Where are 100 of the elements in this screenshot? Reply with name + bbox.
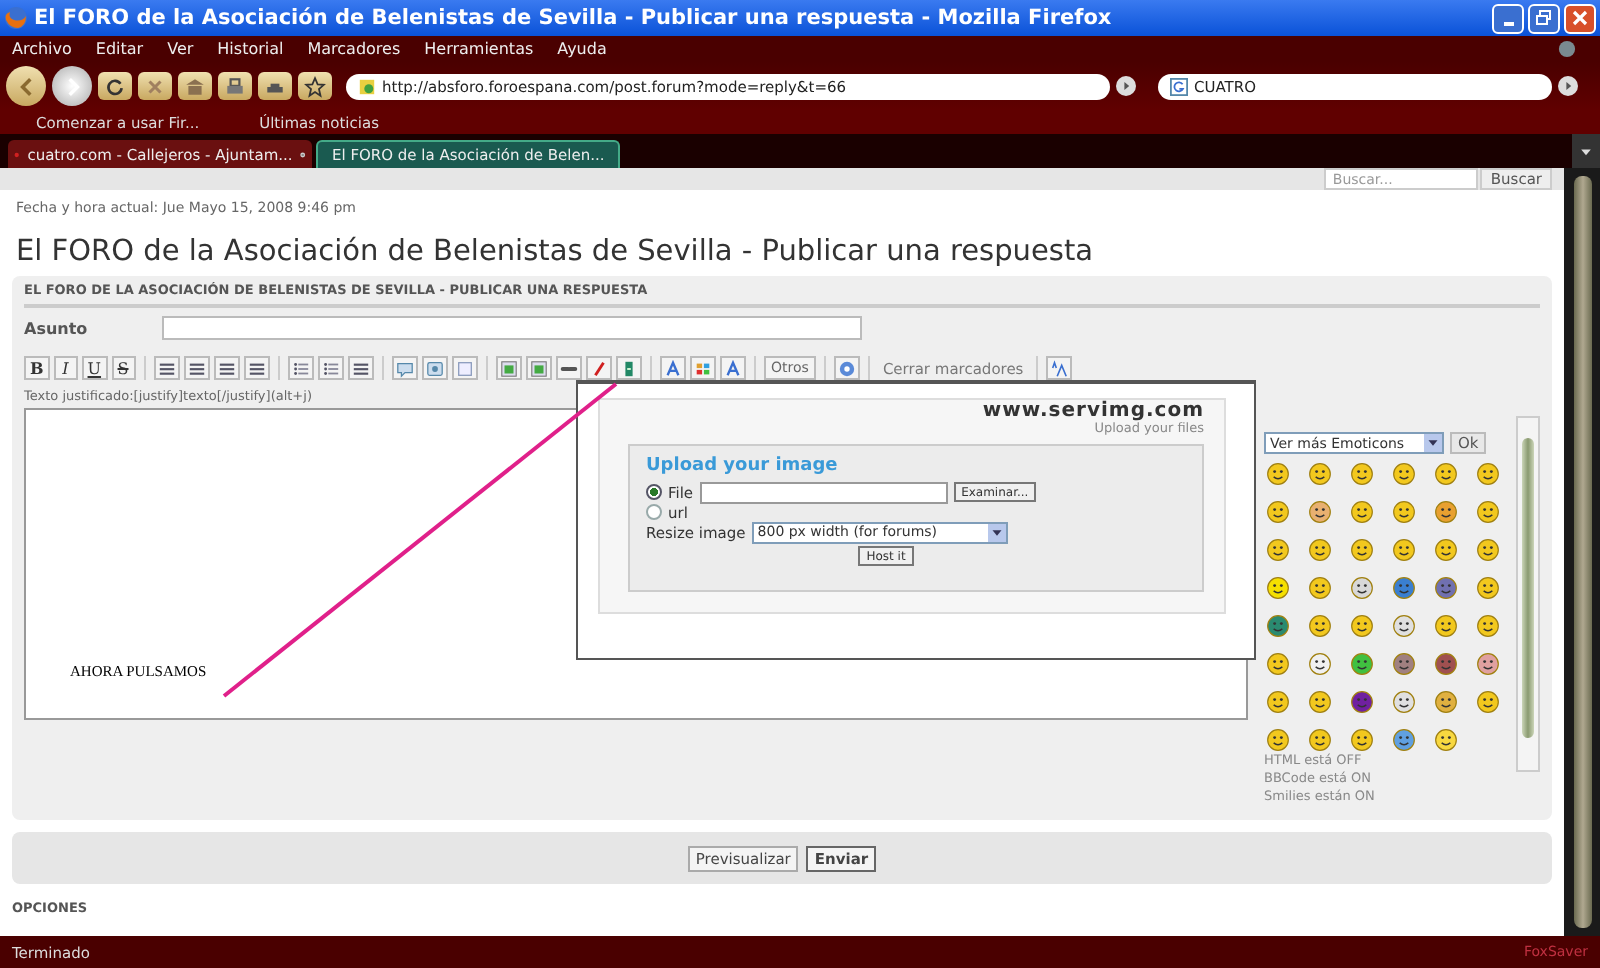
smiley-icon[interactable] (1350, 690, 1374, 714)
smiley-icon[interactable] (1266, 576, 1290, 600)
link-button[interactable] (555, 356, 582, 380)
smiley-icon[interactable] (1308, 576, 1332, 600)
smiley-icon[interactable] (1392, 462, 1416, 486)
smiley-icon[interactable] (1434, 652, 1458, 676)
menu-item[interactable]: Herramientas (424, 40, 534, 58)
format-button[interactable]: B (24, 356, 50, 380)
smiley-icon[interactable] (1266, 690, 1290, 714)
smiley-icon[interactable] (1266, 728, 1290, 752)
smiley-icon[interactable] (1476, 538, 1500, 562)
smiley-icon[interactable] (1350, 576, 1374, 600)
smiley-icon[interactable] (1476, 576, 1500, 600)
maximize-button[interactable] (1528, 3, 1560, 33)
smiley-icon[interactable] (1308, 500, 1332, 524)
minimize-button[interactable] (1492, 3, 1524, 33)
smiley-icon[interactable] (1392, 728, 1416, 752)
letter-button[interactable] (659, 356, 686, 380)
page-scrollbar[interactable] (1564, 168, 1600, 936)
smiley-icon[interactable] (1350, 500, 1374, 524)
pen-button[interactable] (585, 356, 612, 380)
align-button[interactable] (153, 356, 180, 380)
smiley-icon[interactable] (1476, 614, 1500, 638)
smiley-icon[interactable] (1392, 500, 1416, 524)
smiley-icon[interactable] (1350, 614, 1374, 638)
smiley-icon[interactable] (1434, 538, 1458, 562)
menu-item[interactable]: Historial (217, 40, 284, 58)
star-icon (304, 75, 326, 97)
list-button[interactable] (317, 356, 344, 380)
list-button[interactable] (287, 356, 314, 380)
smiley-icon[interactable] (1308, 462, 1332, 486)
smiley-icon[interactable] (1350, 728, 1374, 752)
menu-item[interactable]: Ver (167, 40, 194, 58)
search-button[interactable] (1558, 76, 1578, 96)
smiley-icon[interactable] (1266, 538, 1290, 562)
smiley-icon[interactable] (1350, 538, 1374, 562)
align-button[interactable] (213, 356, 240, 380)
smiley-icon[interactable] (1308, 538, 1332, 562)
film-button[interactable] (615, 356, 642, 380)
bubble-button[interactable] (391, 356, 418, 380)
forward-button[interactable] (52, 66, 92, 106)
smiley-icon[interactable] (1476, 462, 1500, 486)
smiley-icon[interactable] (1392, 652, 1416, 676)
smiley-icon[interactable] (1266, 462, 1290, 486)
help-button[interactable] (834, 356, 861, 380)
code-button[interactable] (421, 356, 448, 380)
toolbar-button[interactable] (258, 72, 292, 100)
smiley-icon[interactable] (1434, 614, 1458, 638)
smiley-icon[interactable] (1434, 500, 1458, 524)
subject-field[interactable] (162, 316, 862, 340)
smiley-icon[interactable] (1392, 576, 1416, 600)
back-button[interactable] (6, 66, 46, 106)
menu-item[interactable]: Archivo (12, 40, 72, 58)
radio-button[interactable] (646, 504, 662, 520)
align-button[interactable] (243, 356, 270, 380)
reload-button[interactable] (98, 72, 132, 100)
smiley-icon[interactable] (1308, 728, 1332, 752)
smiley-icon[interactable] (1434, 728, 1458, 752)
format-button[interactable]: S (111, 356, 136, 380)
smiley-icon[interactable] (1476, 500, 1500, 524)
smiley-icon[interactable] (1434, 576, 1458, 600)
close-button[interactable] (1564, 3, 1596, 33)
smiley-icon[interactable] (1392, 538, 1416, 562)
menu-item[interactable]: Ayuda (557, 40, 607, 58)
align-button[interactable] (183, 356, 210, 380)
smiley-icon[interactable] (1476, 652, 1500, 676)
smiley-icon[interactable] (1266, 500, 1290, 524)
format-button[interactable]: U (81, 356, 108, 380)
stop-button[interactable] (138, 72, 172, 100)
print-button[interactable] (218, 72, 252, 100)
letter-button[interactable] (719, 356, 746, 380)
smiley-icon[interactable] (1392, 690, 1416, 714)
emoticon-scrollbar[interactable] (1516, 416, 1540, 772)
radio-button[interactable] (646, 484, 662, 500)
smiley-icon[interactable] (1308, 614, 1332, 638)
tab-list-button[interactable] (1572, 134, 1600, 168)
home-button[interactable] (178, 72, 212, 100)
smiley-icon[interactable] (1476, 690, 1500, 714)
letter-a-icon (663, 359, 682, 377)
smiley-icon[interactable] (1350, 462, 1374, 486)
bookmark-button[interactable] (298, 72, 332, 100)
picture-button[interactable] (495, 356, 522, 380)
smiley-icon[interactable] (1434, 690, 1458, 714)
fontsize-button[interactable] (1045, 356, 1072, 380)
format-button[interactable]: I (53, 356, 78, 380)
smiley-icon[interactable] (1392, 614, 1416, 638)
page-icon (358, 77, 376, 95)
go-button[interactable] (1116, 76, 1136, 96)
menu-item[interactable]: Marcadores (307, 40, 401, 58)
smiley-icon[interactable] (1308, 690, 1332, 714)
rule-button[interactable] (347, 356, 374, 380)
file-field[interactable] (699, 481, 948, 503)
smiley-icon[interactable] (1308, 652, 1332, 676)
smiley-icon[interactable] (1350, 652, 1374, 676)
smiley-icon[interactable] (1266, 652, 1290, 676)
smiley-icon[interactable] (1434, 462, 1458, 486)
grid-button[interactable] (689, 356, 716, 380)
smiley-icon[interactable] (1266, 614, 1290, 638)
menu-item[interactable]: Editar (95, 40, 144, 58)
lines-icon (187, 359, 206, 377)
